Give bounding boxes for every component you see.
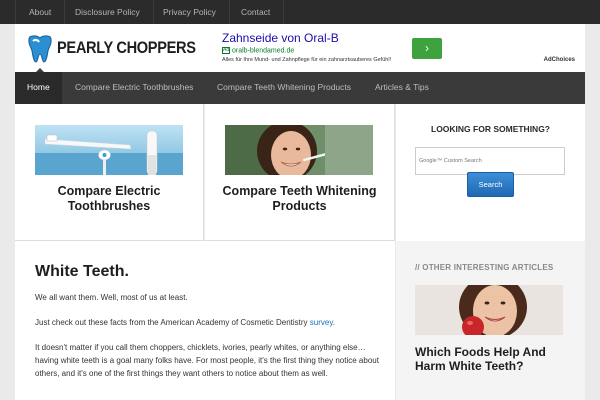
sidebar-article-image[interactable] (415, 285, 563, 335)
feature-teeth-whitening[interactable]: Compare Teeth Whitening Products (205, 104, 395, 241)
tooth-logo-icon (28, 35, 52, 63)
post-paragraph-2: Just check out these facts from the Amer… (35, 316, 380, 329)
sidebar-article-title[interactable]: Which Foods Help And Harm White Teeth? (415, 345, 575, 373)
smiling-woman-icon (225, 125, 373, 175)
ad-title[interactable]: Zahnseide von Oral-B (222, 31, 339, 45)
main-content: White Teeth. We all want them. Well, mos… (15, 241, 395, 400)
topnav-about[interactable]: About (15, 0, 66, 24)
search-button[interactable]: Search (467, 172, 514, 197)
toothbrush-icon (35, 125, 183, 175)
top-bar: About Disclosure Policy Privacy Policy C… (0, 0, 600, 24)
post-paragraph-3: It doesn't matter if you call them chopp… (35, 343, 379, 378)
post-paragraph-2-text: Just check out these facts from the Amer… (35, 318, 310, 327)
post-paragraph-2-end: . (332, 318, 335, 327)
ad-url[interactable]: Ad oralb-blendamed.de (222, 47, 294, 54)
nav-articles-tips[interactable]: Articles & Tips (363, 72, 441, 104)
sidebar-heading: // OTHER INTERESTING ARTICLES (415, 263, 554, 272)
nav-compare-electric-toothbrushes[interactable]: Compare Electric Toothbrushes (63, 72, 205, 104)
nav-home[interactable]: Home (15, 72, 62, 104)
ad-choices-link[interactable]: AdChoices (544, 57, 575, 63)
ad-banner[interactable]: Zahnseide von Oral-B Ad oralb-blendamed.d… (222, 28, 582, 68)
main-nav: Home Compare Electric Toothbrushes Compa… (15, 72, 585, 104)
post-title: White Teeth. (35, 263, 129, 280)
survey-link[interactable]: survey (310, 318, 333, 327)
site-header: PEARLY CHOPPERS Zahnseide von Oral-B Ad o… (15, 24, 585, 72)
feature-electric-toothbrushes[interactable]: Compare Electric Toothbrushes (15, 104, 204, 241)
ad-url-text: oralb-blendamed.de (232, 47, 295, 55)
sidebar: // OTHER INTERESTING ARTICLES Which Food… (396, 241, 585, 400)
feature-title-electric-toothbrushes[interactable]: Compare Electric Toothbrushes (15, 184, 203, 214)
woman-apple-icon (415, 285, 563, 335)
logo-text: PEARLY CHOPPERS (57, 38, 196, 57)
ad-badge: Ad (222, 47, 230, 54)
topnav-contact[interactable]: Contact (228, 0, 285, 24)
nav-compare-teeth-whitening[interactable]: Compare Teeth Whitening Products (205, 72, 363, 104)
ad-description: Alles für Ihre Mund- und Zahnpflege für … (222, 57, 392, 63)
smiling-woman-image[interactable] (225, 125, 373, 175)
search-heading: LOOKING FOR SOMETHING? (431, 124, 550, 134)
topnav-disclosure-policy[interactable]: Disclosure Policy (62, 0, 154, 24)
post-paragraph-1: We all want them. Well, most of us at le… (35, 293, 188, 302)
ad-arrow-button[interactable]: › (412, 38, 442, 59)
feature-title-teeth-whitening[interactable]: Compare Teeth Whitening Products (205, 184, 394, 214)
topnav-privacy-policy[interactable]: Privacy Policy (150, 0, 230, 24)
search-input[interactable] (415, 147, 565, 175)
search-widget: LOOKING FOR SOMETHING? Search (396, 104, 585, 241)
toothbrush-image[interactable] (35, 125, 183, 175)
